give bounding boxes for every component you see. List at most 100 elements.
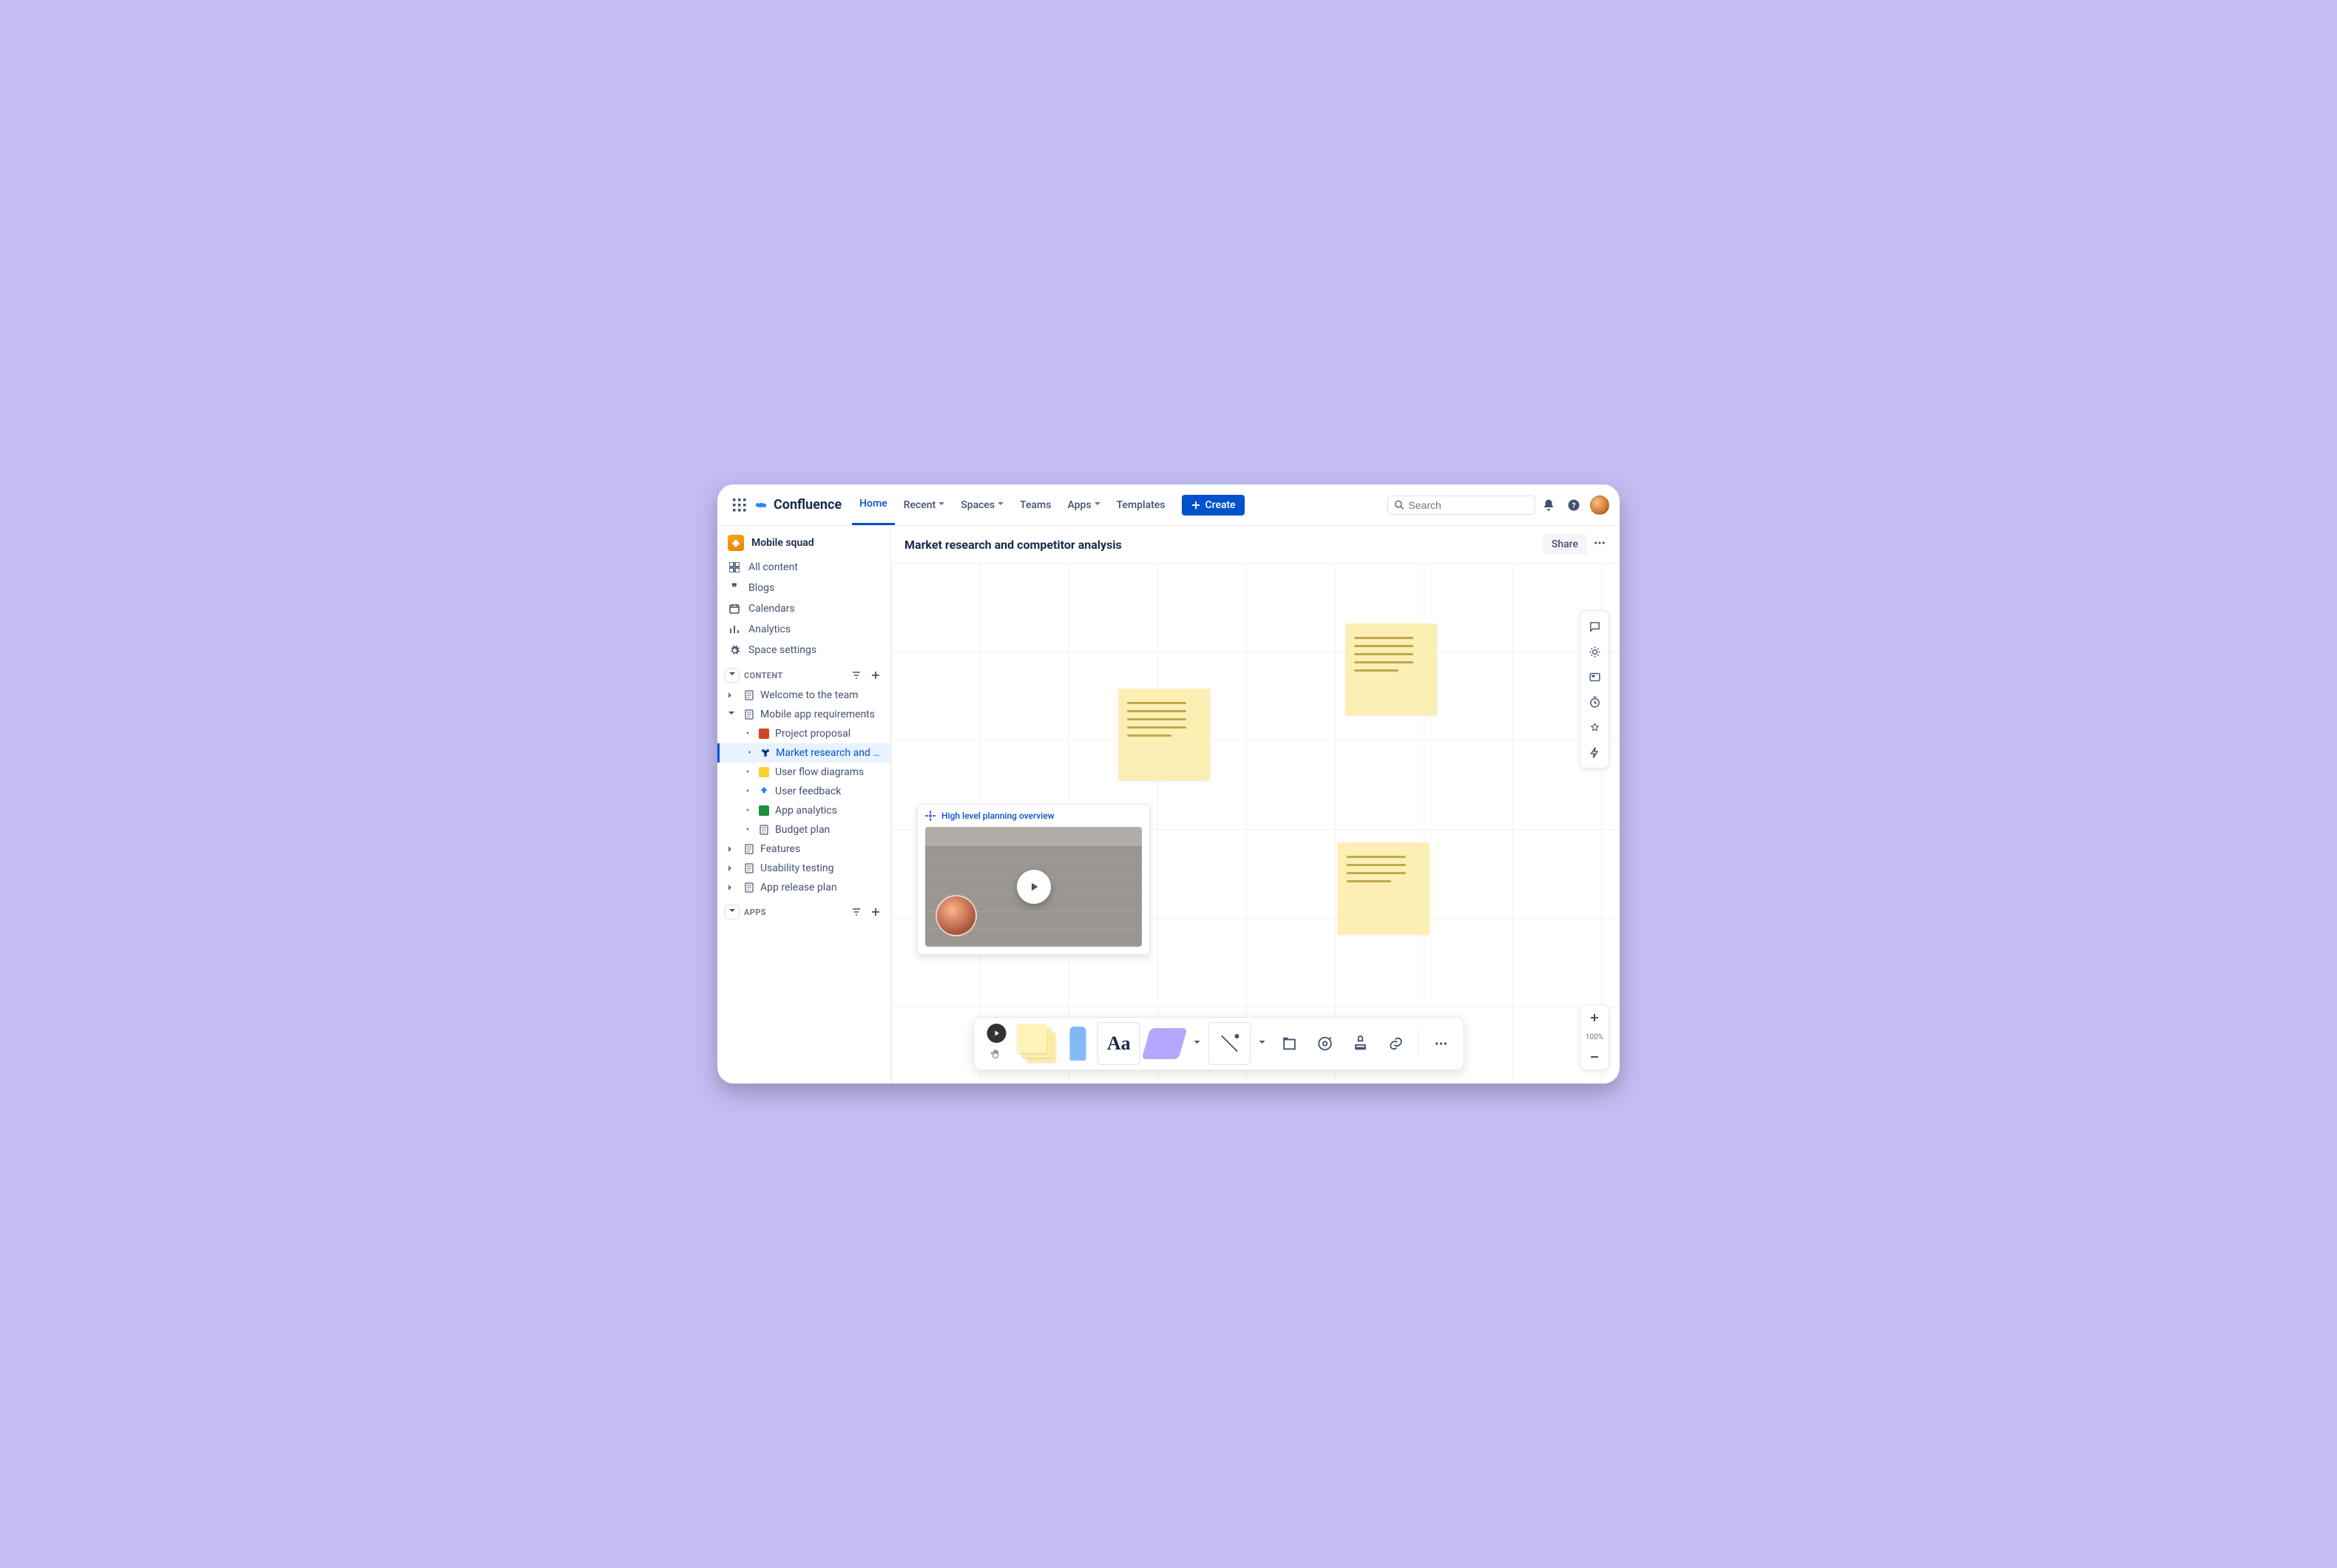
section-collapse-button[interactable] xyxy=(725,668,740,683)
tool-stamp[interactable] xyxy=(1345,1022,1377,1065)
share-button[interactable]: Share xyxy=(1543,534,1587,555)
tool-text[interactable]: Aa xyxy=(1098,1022,1140,1065)
nav-teams[interactable]: Teams xyxy=(1012,485,1058,525)
brand[interactable]: Confluence xyxy=(753,497,842,513)
create-button[interactable]: Create xyxy=(1182,495,1245,516)
add-app-button[interactable] xyxy=(868,905,883,919)
quote-icon: ❞ xyxy=(728,582,741,594)
filter-icon[interactable] xyxy=(849,905,864,919)
section-collapse-button[interactable] xyxy=(725,905,740,919)
help-icon[interactable]: ? xyxy=(1562,493,1586,517)
tool-sticky-note[interactable] xyxy=(1016,1022,1059,1065)
tool-pen[interactable] xyxy=(1062,1022,1095,1065)
tree-user-feedback[interactable]: • User feedback xyxy=(717,782,890,801)
sticky-note[interactable] xyxy=(1338,842,1430,934)
timer-icon[interactable] xyxy=(1583,691,1606,713)
app-shell: Confluence Home Recent Spaces Teams Apps… xyxy=(717,484,1620,1084)
top-nav: Confluence Home Recent Spaces Teams Apps… xyxy=(717,484,1620,526)
sidebar-blogs[interactable]: ❞ Blogs xyxy=(717,578,890,598)
avatar[interactable] xyxy=(1590,496,1609,515)
page-icon xyxy=(743,690,756,700)
expand-icon[interactable] xyxy=(725,883,738,893)
hand-icon xyxy=(987,1044,1007,1064)
search-field[interactable] xyxy=(1387,496,1535,515)
sticky-note[interactable] xyxy=(1118,689,1210,780)
sidebar-calendars[interactable]: Calendars xyxy=(717,598,890,619)
space-header[interactable]: ◆ Mobile squad xyxy=(717,526,890,557)
tool-shape-more[interactable] xyxy=(1189,1022,1205,1065)
whiteboard-canvas[interactable]: High level planning overview xyxy=(891,563,1620,1084)
tool-line[interactable] xyxy=(1208,1022,1251,1065)
tree-user-flow[interactable]: • User flow diagrams xyxy=(717,763,890,782)
collapse-icon[interactable] xyxy=(725,709,738,720)
tree-budget-plan[interactable]: • Budget plan xyxy=(717,820,890,839)
more-actions-icon[interactable] xyxy=(1593,536,1606,552)
sidebar-analytics[interactable]: Analytics xyxy=(717,619,890,640)
video-thumbnail xyxy=(925,827,1142,947)
powerpoint-icon xyxy=(757,729,771,739)
notifications-icon[interactable] xyxy=(1537,493,1560,517)
comments-icon[interactable] xyxy=(1583,615,1606,638)
expand-icon[interactable] xyxy=(725,691,738,700)
jira-icon xyxy=(757,786,771,797)
tool-section[interactable] xyxy=(1274,1022,1306,1065)
search-icon xyxy=(1394,499,1404,510)
nav-spaces[interactable]: Spaces xyxy=(953,485,1011,525)
filter-icon[interactable] xyxy=(849,668,864,683)
chart-icon xyxy=(728,624,741,635)
tree-features[interactable]: Features xyxy=(717,839,890,859)
grid-icon xyxy=(728,562,741,572)
add-content-button[interactable] xyxy=(868,668,883,683)
expand-icon[interactable] xyxy=(725,845,738,854)
calendar-icon xyxy=(728,604,741,614)
app-switcher-icon[interactable] xyxy=(728,493,751,517)
tree-project-proposal[interactable]: • Project proposal xyxy=(717,724,890,743)
nav-home[interactable]: Home xyxy=(852,485,895,525)
loom-icon xyxy=(925,811,936,821)
sidebar-space-settings[interactable]: Space settings xyxy=(717,640,890,660)
tool-shape[interactable] xyxy=(1143,1022,1186,1065)
embed-icon[interactable] xyxy=(1583,666,1606,688)
section-apps: APPS xyxy=(717,897,890,922)
play-icon xyxy=(1027,880,1041,893)
sticky-note[interactable] xyxy=(1345,624,1437,715)
tree-market-research[interactable]: • Market research and co… xyxy=(717,743,890,763)
zoom-level[interactable]: 100% xyxy=(1586,1030,1603,1044)
nav-templates[interactable]: Templates xyxy=(1109,485,1173,525)
tree-welcome[interactable]: Welcome to the team xyxy=(717,686,890,705)
bolt-icon[interactable] xyxy=(1583,741,1606,763)
page-toolbar: Market research and competitor analysis … xyxy=(891,526,1620,563)
zoom-in-button[interactable] xyxy=(1580,1005,1609,1030)
sidebar-all-content[interactable]: All content xyxy=(717,557,890,578)
tool-link[interactable] xyxy=(1380,1022,1413,1065)
video-card[interactable]: High level planning overview xyxy=(917,804,1150,955)
right-rail xyxy=(1580,610,1609,768)
nav-apps[interactable]: Apps xyxy=(1060,485,1107,525)
main: Market research and competitor analysis … xyxy=(891,526,1620,1084)
zoom-out-button[interactable] xyxy=(1580,1044,1609,1069)
gear-icon xyxy=(728,645,741,656)
reactions-icon[interactable] xyxy=(1583,641,1606,663)
presenter-avatar xyxy=(936,895,977,936)
page-icon xyxy=(743,844,756,854)
spreadsheet-icon xyxy=(757,805,771,816)
nav-recent[interactable]: Recent xyxy=(896,485,953,525)
tool-line-more[interactable] xyxy=(1254,1022,1271,1065)
pin-icon[interactable] xyxy=(1583,716,1606,738)
tree-release[interactable]: App release plan xyxy=(717,878,890,897)
page-icon xyxy=(743,882,756,893)
page-title: Market research and competitor analysis xyxy=(904,538,1122,552)
brand-text: Confluence xyxy=(774,497,842,513)
zoom-panel: 100% xyxy=(1580,1004,1609,1070)
space-logo-icon: ◆ xyxy=(728,535,744,551)
tool-pointer[interactable] xyxy=(981,1024,1013,1064)
video-title: High level planning overview xyxy=(941,811,1055,821)
tree-app-analytics[interactable]: • App analytics xyxy=(717,801,890,820)
search-input[interactable] xyxy=(1408,499,1529,511)
tool-image[interactable] xyxy=(1309,1022,1342,1065)
expand-icon[interactable] xyxy=(725,864,738,873)
play-button[interactable] xyxy=(1017,870,1051,904)
tool-more[interactable] xyxy=(1425,1022,1458,1065)
tree-usability[interactable]: Usability testing xyxy=(717,859,890,878)
tree-mobile-app[interactable]: Mobile app requirements xyxy=(717,705,890,724)
